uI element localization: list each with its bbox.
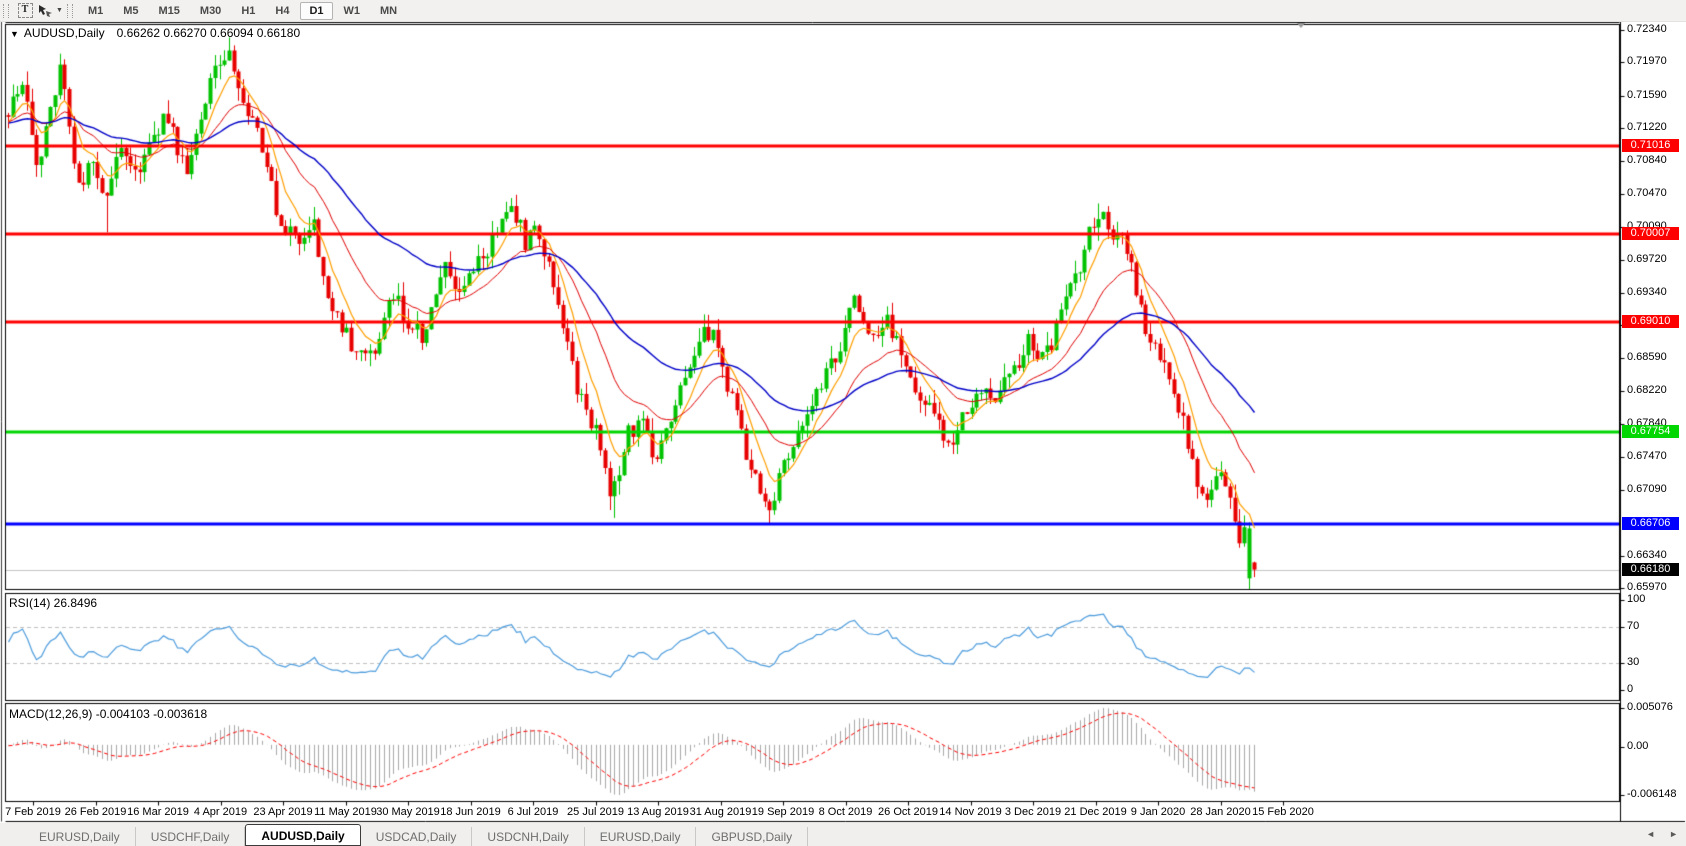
text-tool-button[interactable]: T xyxy=(15,2,35,19)
date-label: 7 Feb 2019 xyxy=(5,806,61,818)
price-tick-label: 0.65970 xyxy=(1627,581,1667,593)
cursor-tool-button[interactable]: ▼ xyxy=(37,2,63,19)
timeframe-button-h1[interactable]: H1 xyxy=(232,2,264,20)
current-price-label: 0.66180 xyxy=(1622,563,1679,576)
price-tick-label: 0.67470 xyxy=(1627,450,1667,462)
price-tick-label: 0.71970 xyxy=(1627,55,1667,67)
date-label: 9 Jan 2020 xyxy=(1131,806,1185,818)
timeframe-button-m1[interactable]: M1 xyxy=(79,2,112,20)
date-label: 15 Feb 2020 xyxy=(1252,806,1314,818)
cursor-arrows-icon xyxy=(37,4,53,17)
price-tick-label: 0.68590 xyxy=(1627,351,1667,363)
price-tick-label: 0.69340 xyxy=(1627,286,1667,298)
tab-item[interactable]: USDCNH,Daily xyxy=(472,827,584,846)
timeframe-button-m15[interactable]: M15 xyxy=(150,2,189,20)
date-label: 16 Mar 2019 xyxy=(127,806,189,818)
rsi-tick-label: 100 xyxy=(1627,593,1645,605)
timeframe-button-d1[interactable]: D1 xyxy=(300,2,332,20)
timeframe-button-m5[interactable]: M5 xyxy=(114,2,147,20)
price-tick-label: 0.67090 xyxy=(1627,483,1667,495)
price-tick-label: 0.71590 xyxy=(1627,89,1667,101)
toolbar-grip-handle[interactable] xyxy=(67,4,73,18)
tab-item[interactable]: USDCHF,Daily xyxy=(136,827,246,846)
level-price-label: 0.66706 xyxy=(1622,517,1679,530)
macd-tick-label: -0.006148 xyxy=(1627,788,1677,800)
date-label: 21 Dec 2019 xyxy=(1064,806,1126,818)
timeframe-button-mn[interactable]: MN xyxy=(371,2,406,20)
toolbar-grip-handle[interactable] xyxy=(3,4,9,18)
price-tick-label: 0.66340 xyxy=(1627,549,1667,561)
macd-tick-label: 0.005076 xyxy=(1627,701,1673,713)
tab-scroll-left-icon[interactable]: ◄ xyxy=(1646,829,1655,839)
date-label: 26 Oct 2019 xyxy=(878,806,938,818)
price-tick-label: 0.71220 xyxy=(1627,121,1667,133)
date-label: 13 Aug 2019 xyxy=(627,806,689,818)
date-label: 23 Apr 2019 xyxy=(253,806,312,818)
date-label: 28 Jan 2020 xyxy=(1190,806,1251,818)
timeframe-button-h4[interactable]: H4 xyxy=(266,2,298,20)
level-price-label: 0.67754 xyxy=(1622,425,1679,438)
rsi-tick-label: 70 xyxy=(1627,620,1639,632)
rsi-tick-label: 30 xyxy=(1627,656,1639,668)
date-label: 19 Sep 2019 xyxy=(752,806,814,818)
timeframe-group: M1M5M15M30H1H4D1W1MN xyxy=(78,2,407,20)
price-tick-label: 0.69720 xyxy=(1627,253,1667,265)
price-tick-label: 0.72340 xyxy=(1627,23,1667,35)
date-label: 3 Dec 2019 xyxy=(1005,806,1061,818)
dropdown-caret-icon: ▼ xyxy=(56,7,63,14)
tab-item[interactable]: EURUSD,Daily xyxy=(24,827,136,846)
tab-scroll-right-icon[interactable]: ► xyxy=(1669,829,1678,839)
chart-canvas[interactable] xyxy=(0,0,1686,846)
price-tick-label: 0.70470 xyxy=(1627,187,1667,199)
date-label: 18 Jun 2019 xyxy=(440,806,501,818)
rsi-tick-label: 0 xyxy=(1627,683,1633,695)
collapse-triangle-icon[interactable]: ▼ xyxy=(10,29,19,39)
price-tick-label: 0.70840 xyxy=(1627,154,1667,166)
quote-values: 0.66262 0.66270 0.66094 0.66180 xyxy=(117,26,301,40)
macd-header: MACD(12,26,9) -0.004103 -0.003618 xyxy=(9,707,207,721)
tabs-holder: EURUSD,DailyUSDCHF,DailyAUDUSD,DailyUSDC… xyxy=(0,824,808,846)
date-label: 25 Jul 2019 xyxy=(567,806,624,818)
chart-tab-bar: EURUSD,DailyUSDCHF,DailyAUDUSD,DailyUSDC… xyxy=(0,823,1686,846)
chart-title: ▼ AUDUSD,Daily 0.66262 0.66270 0.66094 0.6… xyxy=(10,26,300,40)
date-label: 26 Feb 2019 xyxy=(65,806,127,818)
date-label: 8 Oct 2019 xyxy=(819,806,873,818)
tab-item-active[interactable]: AUDUSD,Daily xyxy=(245,824,360,846)
level-price-label: 0.71016 xyxy=(1622,139,1679,152)
text-tool-icon: T xyxy=(18,3,33,18)
symbol-label: AUDUSD,Daily xyxy=(24,26,105,40)
tab-item[interactable]: EURUSD,Daily xyxy=(585,827,697,846)
toolbar: T ▼ M1M5M15M30H1H4D1W1MN xyxy=(0,0,1686,22)
date-label: 11 May 2019 xyxy=(314,806,377,818)
timeframe-button-m30[interactable]: M30 xyxy=(191,2,230,20)
date-label: 6 Jul 2019 xyxy=(508,806,559,818)
tab-item[interactable]: USDCAD,Daily xyxy=(361,827,473,846)
price-tick-label: 0.68220 xyxy=(1627,384,1667,396)
mt4-window: { "toolbar": { "text_tool_label": "T", "… xyxy=(0,0,1686,846)
level-price-label: 0.69010 xyxy=(1622,315,1679,328)
level-price-label: 0.70007 xyxy=(1622,227,1679,240)
date-label: 30 May 2019 xyxy=(376,806,440,818)
tab-scroll-controls: ◄ ► xyxy=(1646,829,1678,839)
date-label: 31 Aug 2019 xyxy=(690,806,752,818)
date-label: 4 Apr 2019 xyxy=(194,806,247,818)
timeframe-button-w1[interactable]: W1 xyxy=(335,2,370,20)
rsi-header: RSI(14) 26.8496 xyxy=(9,596,97,610)
date-label: 14 Nov 2019 xyxy=(939,806,1001,818)
macd-tick-label: 0.00 xyxy=(1627,740,1648,752)
tab-item[interactable]: GBPUSD,Daily xyxy=(696,827,808,846)
